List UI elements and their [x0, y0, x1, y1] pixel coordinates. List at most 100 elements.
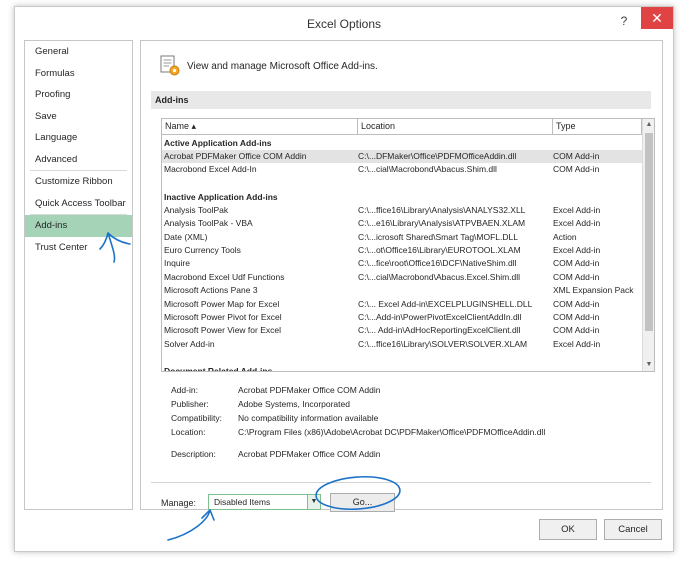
sidebar-item-add-ins[interactable]: Add-ins	[25, 215, 132, 237]
addin-location: C:\...ffice16\Library\SOLVER\SOLVER.XLAM	[358, 338, 528, 349]
addin-name: Microsoft Power View for Excel	[164, 325, 281, 336]
detail-description: Description: Acrobat PDFMaker Office COM …	[171, 447, 641, 461]
addin-name: Inquire	[164, 258, 190, 269]
sidebar-item-general[interactable]: General	[25, 41, 132, 63]
addin-name: Solver Add-in	[164, 338, 215, 349]
manage-dropdown[interactable]: Disabled Items ▼	[208, 494, 321, 510]
detail-label: Add-in:	[171, 385, 198, 395]
addin-type: COM Add-in	[553, 271, 600, 282]
table-row[interactable]: Macrobond Excel Add-In C:\...cial\Macrobo…	[162, 163, 642, 176]
addin-location: C:\...cial\Macrobond\Abacus.Shim.dll	[358, 164, 497, 175]
sidebar-item-formulas[interactable]: Formulas	[25, 63, 132, 85]
addins-panel: View and manage Microsoft Office Add-ins…	[140, 40, 663, 512]
detail-label: Description:	[171, 449, 216, 459]
sidebar-item-proofing[interactable]: Proofing	[25, 84, 132, 106]
column-header-name[interactable]: Name ▴	[162, 119, 358, 135]
table-row[interactable]: Microsoft Power View for Excel C:\... Add…	[162, 324, 642, 337]
column-header-location[interactable]: Location	[358, 119, 553, 135]
detail-value: Acrobat PDFMaker Office COM Addin	[238, 385, 381, 395]
cancel-button[interactable]: Cancel	[604, 519, 662, 540]
detail-value: C:\Program Files (x86)\Adobe\Acrobat DC\…	[238, 427, 546, 437]
table-row[interactable]: Macrobond Excel Udf Functions C:\...cial\…	[162, 271, 642, 284]
addin-name: Macrobond Excel Add-In	[164, 164, 257, 175]
close-button[interactable]: ✕	[641, 7, 673, 29]
table-row[interactable]: Euro Currency Tools C:\...ot\Office16\Lib…	[162, 244, 642, 257]
addin-name: Date (XML)	[164, 231, 208, 242]
addin-type: Excel Add-in	[553, 338, 601, 349]
table-row[interactable]: Solver Add-in C:\...ffice16\Library\SOLVE…	[162, 338, 642, 351]
group-label: Inactive Application Add-ins	[164, 191, 278, 202]
addin-name: Analysis ToolPak	[164, 204, 229, 215]
addin-location: C:\...e16\Library\Analysis\ATPVBAEN.XLAM	[358, 218, 526, 229]
addin-name: Macrobond Excel Udf Functions	[164, 271, 285, 282]
chevron-down-icon[interactable]: ▼	[307, 495, 320, 509]
detail-label: Publisher:	[171, 399, 209, 409]
group-label: Document Related Add-ins	[164, 366, 273, 372]
scroll-down-icon[interactable]: ▼	[643, 359, 654, 371]
addin-location: C:\...cial\Macrobond\Abacus.Excel.Shim.d…	[358, 271, 521, 282]
section-title: Add-ins	[151, 91, 651, 109]
addin-location: C:\...Add-in\PowerPivotExcelClientAddIn.…	[358, 311, 522, 322]
table-row[interactable]: Acrobat PDFMaker Office COM Addin C:\...D…	[162, 150, 642, 164]
addin-type: COM Add-in	[553, 164, 600, 175]
manage-selected-value: Disabled Items	[214, 497, 271, 507]
sidebar-item-quick-access-toolbar[interactable]: Quick Access Toolbar	[25, 193, 132, 215]
table-row[interactable]: Inquire C:\...fice\root\Office16\DCF\Nati…	[162, 257, 642, 270]
detail-value: Adobe Systems, Incorporated	[238, 399, 350, 409]
group-label: Active Application Add-ins	[164, 138, 272, 148]
addin-type: Excel Add-in	[553, 218, 601, 229]
table-row[interactable]: Analysis ToolPak - VBA C:\...e16\Library\…	[162, 217, 642, 230]
sidebar-item-trust-center[interactable]: Trust Center	[25, 237, 132, 259]
table-row[interactable]: Microsoft Actions Pane 3 XML Expansion Pa…	[162, 284, 642, 297]
addin-location: C:\...icrosoft Shared\Smart Tag\MOFL.DLL	[358, 231, 518, 242]
table-scrollbar[interactable]: ▲ ▼	[642, 119, 654, 371]
divider	[151, 482, 651, 483]
sidebar-item-language[interactable]: Language	[25, 127, 132, 149]
detail-value: Acrobat PDFMaker Office COM Addin	[238, 449, 381, 459]
addin-location: C:\...fice\root\Office16\DCF\NativeShim.…	[358, 258, 517, 269]
detail-compatibility: Compatibility: No compatibility informati…	[171, 411, 641, 425]
manage-label: Manage:	[161, 498, 197, 508]
addins-table[interactable]: Name ▴ Location Type Active Application …	[161, 118, 655, 372]
addins-table-body: Active Application Add-ins Acrobat PDFMak…	[162, 136, 642, 372]
go-button[interactable]: Go...	[330, 493, 395, 512]
row-gap	[162, 177, 642, 190]
scroll-up-icon[interactable]: ▲	[643, 119, 654, 131]
detail-addin: Add-in: Acrobat PDFMaker Office COM Addin	[171, 383, 641, 397]
addin-details: Add-in: Acrobat PDFMaker Office COM Addin…	[171, 383, 641, 461]
column-header-type[interactable]: Type	[553, 119, 642, 135]
panel-header: View and manage Microsoft Office Add-ins…	[159, 55, 378, 77]
addin-name: Acrobat PDFMaker Office COM Addin	[164, 151, 307, 161]
sidebar-item-customize-ribbon[interactable]: Customize Ribbon	[25, 171, 132, 193]
table-row[interactable]: Microsoft Power Map for Excel C:\... Exce…	[162, 298, 642, 311]
addin-name: Microsoft Actions Pane 3	[164, 285, 258, 296]
options-sidebar: General Formulas Proofing Save Language Advan…	[24, 40, 133, 510]
sidebar-item-advanced[interactable]: Advanced	[25, 149, 132, 171]
addin-type: COM Add-in	[553, 258, 600, 269]
addin-location: C:\... Excel Add-in\EXCELPLUGINSHELL.DLL	[358, 298, 533, 309]
addin-location: C:\...DFMaker\Office\PDFMOfficeAddin.dll	[358, 151, 517, 161]
detail-label: Location:	[171, 427, 206, 437]
table-row[interactable]: Microsoft Power Pivot for Excel C:\...Add…	[162, 311, 642, 324]
addin-name: Microsoft Power Pivot for Excel	[164, 311, 282, 322]
addin-type: COM Add-in	[553, 151, 600, 161]
addins-gear-icon	[159, 55, 181, 77]
help-button[interactable]: ?	[613, 11, 635, 31]
addin-type: COM Add-in	[553, 298, 600, 309]
table-row[interactable]: Date (XML) C:\...icrosoft Shared\Smart Ta…	[162, 231, 642, 244]
detail-publisher: Publisher: Adobe Systems, Incorporated	[171, 397, 641, 411]
addin-type: XML Expansion Pack	[553, 285, 634, 296]
table-row[interactable]: Analysis ToolPak C:\...ffice16\Library\An…	[162, 204, 642, 217]
sidebar-item-save[interactable]: Save	[25, 106, 132, 128]
addin-type: COM Add-in	[553, 325, 600, 336]
addin-type: Action	[553, 231, 577, 242]
addin-location: C:\... Add-in\AdHocReportingExcelClient.…	[358, 325, 521, 336]
addin-type: COM Add-in	[553, 311, 600, 322]
ok-button[interactable]: OK	[539, 519, 597, 540]
panel-header-text: View and manage Microsoft Office Add-ins…	[187, 60, 378, 72]
addin-location: C:\...ot\Office16\Library\EUROTOOL.XLAM	[358, 244, 521, 255]
scroll-thumb[interactable]	[645, 133, 653, 331]
detail-location: Location: C:\Program Files (x86)\Adobe\Ac…	[171, 425, 641, 439]
detail-label: Compatibility:	[171, 413, 223, 423]
excel-options-dialog: Excel Options ? ✕ General Formulas Proofin…	[14, 6, 674, 552]
